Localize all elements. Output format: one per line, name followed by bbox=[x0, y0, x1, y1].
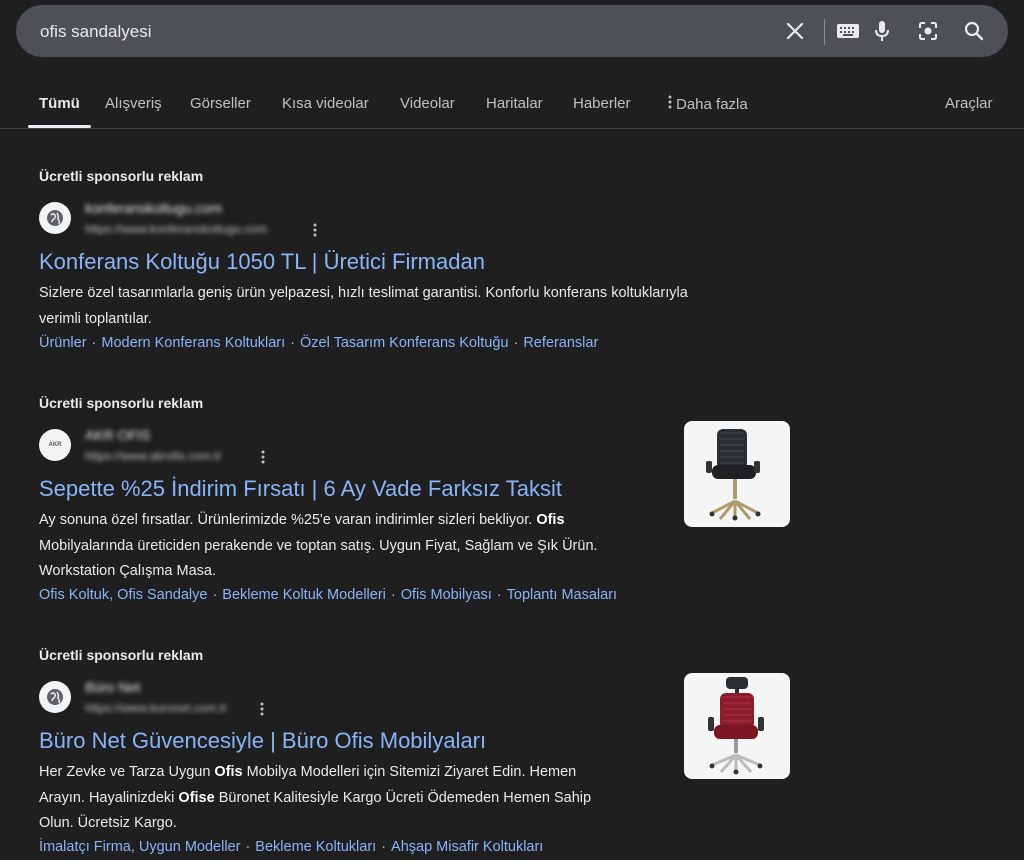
tab-videos[interactable]: Videolar bbox=[400, 95, 455, 112]
search-box[interactable]: ofis sandalyesi bbox=[16, 5, 1008, 57]
sitelinks: İmalatçı Firma, Uygun Modeller · Bekleme K… bbox=[39, 839, 543, 855]
more-options-icon[interactable] bbox=[257, 702, 267, 716]
tab-news[interactable]: Haberler bbox=[573, 95, 631, 112]
sitelinks: Ürünler · Modern Konferans Koltukları · Özel… bbox=[39, 335, 598, 351]
product-image-red-chair[interactable] bbox=[684, 673, 790, 779]
ad-title-link[interactable]: Sepette %25 İndirim Fırsatı | 6 Ay Vade … bbox=[39, 476, 562, 502]
keyboard-icon[interactable] bbox=[836, 19, 860, 43]
close-icon[interactable] bbox=[783, 19, 807, 43]
more-vert-icon bbox=[668, 95, 676, 113]
tab-images[interactable]: Görseller bbox=[190, 95, 251, 112]
site-name[interactable]: konferanskoltugu.com bbox=[85, 200, 222, 216]
highlighted-keyword: Ofis bbox=[214, 764, 243, 780]
sitelink[interactable]: Bekleme Koltuk Modelleri bbox=[222, 587, 386, 603]
ad-description: Her Zevke ve Tarza Uygun Ofis Mobilya Mo… bbox=[39, 760, 679, 837]
more-options-icon[interactable] bbox=[310, 223, 320, 237]
sitelink[interactable]: Ahşap Misafir Koltukları bbox=[391, 839, 543, 855]
highlighted-keyword: Ofis bbox=[536, 512, 565, 528]
top-bar: ofis sandalyesi bbox=[0, 0, 1024, 62]
tab-short-videos[interactable]: Kısa videolar bbox=[282, 95, 369, 112]
tab-all[interactable]: Tümü bbox=[39, 95, 80, 112]
lens-icon[interactable] bbox=[916, 19, 940, 43]
sitelink[interactable]: Toplantı Masaları bbox=[507, 587, 617, 603]
ad-description-text: Ay sonuna özel fırsatlar. Ürünlerimizde … bbox=[39, 512, 537, 528]
ad-title-link[interactable]: Konferans Koltuğu 1050 TL | Üretici Firm… bbox=[39, 249, 485, 275]
separator: · bbox=[245, 839, 251, 855]
ad-description-line: Ay sonuna özel fırsatlar. Ürünlerimizde … bbox=[39, 508, 679, 534]
highlighted-keyword: Ofise bbox=[178, 789, 215, 806]
sitelink[interactable]: Ürünler bbox=[39, 335, 87, 351]
site-name[interactable]: AKR OFIS bbox=[85, 427, 150, 443]
separator: · bbox=[496, 587, 502, 603]
sitelink[interactable]: Bekleme Koltukları bbox=[255, 839, 376, 855]
search-tabs: Tümü Alışveriş Görseller Kısa videolar V… bbox=[0, 85, 1024, 129]
ad-description-line: Olun. Ücretsiz Kargo. bbox=[39, 815, 177, 831]
globe-icon bbox=[39, 202, 71, 234]
ad-description-line: verimli toplantılar. bbox=[39, 310, 152, 327]
sitelink[interactable]: Ofis Koltuk, Ofis Sandalye bbox=[39, 587, 207, 603]
separator: · bbox=[91, 335, 97, 351]
tab-maps[interactable]: Haritalar bbox=[486, 95, 543, 112]
sitelinks: Ofis Koltuk, Ofis Sandalye · Bekleme Koltu… bbox=[39, 587, 617, 603]
sponsored-label: Ücretli sponsorlu reklam bbox=[39, 168, 204, 184]
tab-more-label: Daha fazla bbox=[676, 96, 748, 113]
active-tab-indicator bbox=[28, 125, 91, 128]
separator: · bbox=[212, 587, 218, 603]
separator: · bbox=[290, 335, 295, 351]
globe-icon bbox=[39, 681, 71, 713]
tab-more[interactable]: Daha fazla bbox=[668, 95, 748, 113]
site-url[interactable]: https://www.akrofis.com.tr bbox=[85, 449, 222, 463]
site-url[interactable]: https://www.konferanskoltugu.com bbox=[85, 222, 267, 236]
ad-description-line: Workstation Çalışma Masa. bbox=[39, 563, 217, 579]
sponsored-label: Ücretli sponsorlu reklam bbox=[39, 647, 204, 663]
sitelink[interactable]: Ofis Mobilyası bbox=[401, 587, 492, 603]
sponsored-label: Ücretli sponsorlu reklam bbox=[39, 395, 204, 411]
ad-description: Sizlere özel tasarımlarla geniş ürün yel… bbox=[39, 281, 799, 332]
microphone-icon[interactable] bbox=[870, 19, 894, 43]
tools-button[interactable]: Araçlar bbox=[945, 95, 993, 112]
site-logo-icon: AKR bbox=[39, 429, 71, 461]
ad-title-link[interactable]: Büro Net Güvencesiyle | Büro Ofis Mobily… bbox=[39, 728, 486, 754]
ad-description-line: Sizlere özel tasarımlarla geniş ürün yel… bbox=[39, 285, 688, 301]
separator: · bbox=[381, 839, 387, 855]
search-input[interactable]: ofis sandalyesi bbox=[40, 22, 152, 42]
search-icon[interactable] bbox=[962, 19, 986, 43]
search-divider bbox=[824, 19, 825, 45]
ad-description-line: Her Zevke ve Tarza Uygun Ofis Mobilya Mo… bbox=[39, 760, 679, 786]
sitelink[interactable]: Modern Konferans Koltukları bbox=[101, 335, 285, 351]
ad-description-text: Mobilya Modelleri için Sitemizi Ziyaret … bbox=[242, 764, 577, 780]
sitelink[interactable]: Özel Tasarım Konferans Koltuğu bbox=[300, 335, 508, 351]
more-options-icon[interactable] bbox=[258, 450, 268, 464]
separator: · bbox=[390, 587, 396, 603]
site-name[interactable]: Büro Net bbox=[85, 679, 140, 695]
product-image-black-chair[interactable] bbox=[684, 421, 790, 527]
ad-description: Ay sonuna özel fırsatlar. Ürünlerimizde … bbox=[39, 508, 679, 585]
ad-description-line: Mobilyalarında üreticiden perakende ve t… bbox=[39, 537, 598, 554]
separator: · bbox=[513, 335, 519, 351]
ad-description-text: Büronet Kalitesiyle Kargo Ücreti Ödemede… bbox=[214, 789, 592, 806]
site-url[interactable]: https://www.buronet.com.tr bbox=[85, 701, 227, 715]
ad-description-line: Arayın. Hayalinizdeki Ofise Büronet Kali… bbox=[39, 786, 679, 812]
site-logo-text: AKR bbox=[48, 442, 62, 448]
sponsored-result: Ücretli sponsorlu reklam konferanskoltug… bbox=[39, 168, 799, 358]
ad-description-text: Her Zevke ve Tarza Uygun bbox=[39, 764, 215, 780]
tab-shopping[interactable]: Alışveriş bbox=[105, 95, 162, 112]
sitelink[interactable]: Referanslar bbox=[523, 335, 598, 351]
sitelink[interactable]: İmalatçı Firma, Uygun Modeller bbox=[39, 839, 240, 855]
ad-description-text: Arayın. Hayalinizdeki bbox=[39, 789, 179, 806]
